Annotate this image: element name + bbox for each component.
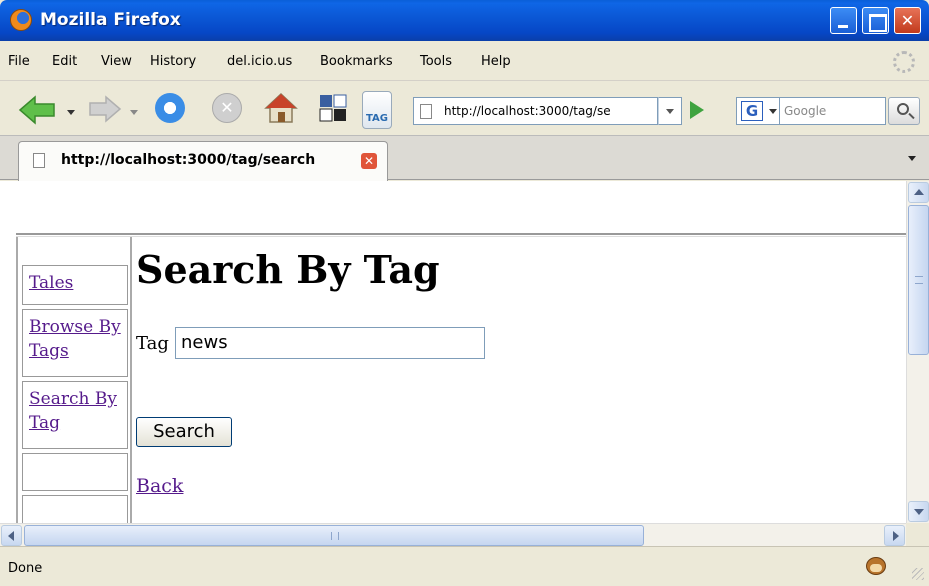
window-title: Mozilla Firefox [40, 10, 181, 30]
minimize-button[interactable] [830, 7, 857, 34]
maximize-button[interactable] [862, 7, 889, 34]
chevron-left-icon [8, 531, 14, 541]
page-icon [33, 153, 45, 168]
firefox-logo-icon [10, 9, 32, 31]
page-header-area [0, 181, 906, 233]
tab-list-dropdown-icon[interactable] [908, 156, 916, 161]
home-icon[interactable] [264, 91, 298, 125]
sidebar-link-search-by-tag[interactable]: Search By Tag [29, 389, 117, 433]
stop-icon[interactable]: ✕ [212, 93, 242, 123]
menu-history[interactable]: History [150, 54, 196, 69]
main-area: Search By Tag Tag news Search Back [134, 237, 904, 523]
chevron-up-icon [914, 189, 924, 195]
menu-file[interactable]: File [8, 54, 30, 69]
scroll-left-button[interactable] [1, 525, 22, 546]
menu-bar: File Edit View History del.icio.us Bookm… [0, 41, 929, 81]
vertical-scrollbar[interactable] [906, 181, 929, 523]
chevron-down-icon [914, 509, 924, 515]
status-text: Done [8, 561, 43, 576]
tag-input[interactable]: news [175, 327, 485, 359]
menu-tools[interactable]: Tools [420, 54, 452, 69]
browser-window: Mozilla Firefox ✕ File Edit View History… [0, 0, 929, 586]
menu-view[interactable]: View [101, 54, 132, 69]
tab-title: http://localhost:3000/tag/search [61, 152, 316, 168]
grip-icon [331, 532, 339, 540]
search-input[interactable]: Google [780, 97, 886, 125]
sidebar-item-browse-by-tags: Browse By Tags [22, 309, 128, 377]
title-bar[interactable]: Mozilla Firefox ✕ [0, 0, 929, 41]
url-text[interactable]: http://localhost:3000/tag/se [444, 104, 654, 118]
google-engine-icon: G [741, 101, 763, 121]
bookmarks-grid-icon[interactable] [318, 93, 348, 123]
chevron-down-icon [666, 109, 674, 114]
greasemonkey-icon[interactable] [866, 557, 886, 575]
sidebar-empty-cell [22, 495, 128, 523]
sidebar-item-tales: Tales [22, 265, 128, 305]
forward-history-dropdown-icon[interactable] [130, 110, 138, 115]
url-history-dropdown[interactable] [658, 97, 682, 125]
close-icon: ✕ [900, 11, 915, 30]
resize-grip-icon[interactable] [912, 568, 924, 580]
chevron-right-icon [893, 531, 899, 541]
engine-dropdown-icon [769, 109, 777, 114]
sidebar-empty-cell [22, 453, 128, 491]
tag-field-label: Tag [136, 333, 169, 354]
tab-close-icon[interactable]: ✕ [361, 153, 377, 169]
delicious-tag-icon[interactable]: TAG [362, 91, 392, 129]
horizontal-scrollbar[interactable] [0, 523, 906, 546]
scroll-down-button[interactable] [908, 501, 929, 522]
sidebar-item-search-by-tag: Search By Tag [22, 381, 128, 449]
horizontal-scroll-thumb[interactable] [24, 525, 644, 546]
page-title: Search By Tag [136, 247, 440, 292]
forward-arrow-icon[interactable] [88, 95, 122, 123]
search-submit-button[interactable]: Search [136, 417, 232, 447]
go-arrow-icon[interactable] [690, 101, 704, 119]
sidebar-link-browse-by-tags[interactable]: Browse By Tags [29, 317, 121, 361]
status-bar: Done [0, 546, 929, 586]
sidebar-link-tales[interactable]: Tales [29, 273, 73, 293]
magnifier-icon [897, 103, 909, 115]
search-engine-selector[interactable]: G [736, 97, 780, 125]
page-icon [420, 104, 432, 119]
close-window-button[interactable]: ✕ [894, 7, 921, 34]
back-link[interactable]: Back [136, 475, 183, 497]
scroll-right-button[interactable] [884, 525, 905, 546]
scroll-up-button[interactable] [908, 182, 929, 203]
menu-bookmarks[interactable]: Bookmarks [320, 54, 393, 69]
grip-icon [915, 276, 923, 284]
reload-icon[interactable] [155, 93, 185, 123]
activity-throbber-icon [893, 51, 915, 73]
back-arrow-icon[interactable] [18, 95, 56, 125]
search-go-button[interactable] [888, 97, 920, 125]
menu-edit[interactable]: Edit [52, 54, 77, 69]
maximize-icon [863, 8, 888, 33]
back-history-dropdown-icon[interactable] [67, 110, 75, 115]
minimize-icon [831, 8, 856, 33]
page-content: Tales Browse By Tags Search By Tag Searc… [0, 181, 906, 523]
url-bar[interactable]: http://localhost:3000/tag/se [413, 97, 658, 125]
menu-delicious[interactable]: del.icio.us [227, 54, 292, 69]
tab-active[interactable]: http://localhost:3000/tag/search ✕ [18, 141, 388, 181]
sidebar-nav: Tales Browse By Tags Search By Tag [18, 237, 132, 523]
vertical-scroll-thumb[interactable] [908, 205, 929, 355]
menu-help[interactable]: Help [481, 54, 511, 69]
scrollbar-corner [906, 523, 929, 546]
